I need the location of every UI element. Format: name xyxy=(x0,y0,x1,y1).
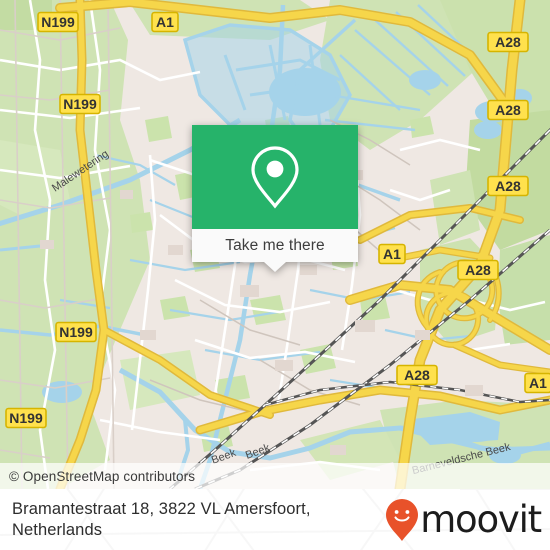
svg-text:A1: A1 xyxy=(383,246,401,262)
svg-text:A28: A28 xyxy=(495,102,521,118)
svg-text:A1: A1 xyxy=(156,14,174,30)
callout-tail xyxy=(264,262,286,272)
road-shield-n199: N199 xyxy=(55,321,97,343)
svg-text:A28: A28 xyxy=(465,262,491,278)
take-me-there-label: Take me there xyxy=(225,236,325,254)
card-header xyxy=(192,125,358,229)
svg-text:A1: A1 xyxy=(529,375,547,391)
road-shield-a28: A28 xyxy=(487,31,529,53)
map-attribution: © OpenStreetMap contributors xyxy=(0,463,550,489)
footer-bar: Bramantestraat 18, 3822 VL Amersfoort, N… xyxy=(0,489,550,550)
road-shield-a1: A1 xyxy=(524,372,550,394)
moovit-smiley-pin-icon xyxy=(386,498,419,541)
road-shield-a1: A1 xyxy=(151,11,179,33)
moovit-logo[interactable]: moovit xyxy=(385,498,542,542)
address-block: Bramantestraat 18, 3822 VL Amersfoort, N… xyxy=(0,499,311,541)
svg-text:A28: A28 xyxy=(404,367,430,383)
road-shield-a28: A28 xyxy=(396,364,438,386)
address-line-2: Netherlands xyxy=(12,520,103,539)
road-shield-a28: A28 xyxy=(487,99,529,121)
moovit-wordmark: moovit xyxy=(420,498,542,541)
svg-text:N199: N199 xyxy=(63,96,97,112)
svg-text:A28: A28 xyxy=(495,178,521,194)
svg-text:N199: N199 xyxy=(59,324,93,340)
road-shield-a1: A1 xyxy=(378,243,406,265)
svg-text:N199: N199 xyxy=(9,410,43,426)
road-shield-n199: N199 xyxy=(5,407,47,429)
road-shield-n199: N199 xyxy=(37,11,79,33)
road-shield-n199: N199 xyxy=(59,93,101,115)
address-line-1: Bramantestraat 18, 3822 VL Amersfoort, xyxy=(12,499,311,518)
map-screenshot: Malewetering Beek Beek Barneveldsche Bee… xyxy=(0,0,550,550)
location-callout-card[interactable]: Take me there xyxy=(192,125,358,272)
location-pin-icon xyxy=(251,146,299,209)
card-action-bar[interactable]: Take me there xyxy=(192,229,358,272)
attribution-text: © OpenStreetMap contributors xyxy=(9,468,196,484)
svg-text:N199: N199 xyxy=(41,14,75,30)
svg-text:A28: A28 xyxy=(495,34,521,50)
road-shield-a28: A28 xyxy=(487,175,529,197)
road-shield-a28: A28 xyxy=(457,259,499,281)
